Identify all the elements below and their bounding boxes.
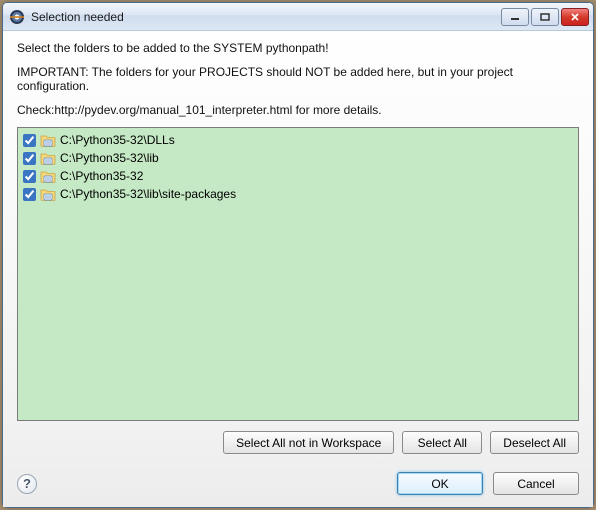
folder-icon: [40, 150, 56, 166]
list-item[interactable]: C:\Python35-32\DLLs: [22, 131, 574, 149]
folder-checkbox[interactable]: [23, 152, 36, 165]
select-all-not-in-workspace-button[interactable]: Select All not in Workspace: [223, 431, 394, 454]
folder-path-label: C:\Python35-32: [60, 169, 143, 183]
folder-path-label: C:\Python35-32\DLLs: [60, 133, 175, 147]
maximize-button[interactable]: [531, 8, 559, 26]
folder-checkbox[interactable]: [23, 188, 36, 201]
list-item[interactable]: C:\Python35-32: [22, 167, 574, 185]
folder-checkbox[interactable]: [23, 170, 36, 183]
dialog-footer: ? OK Cancel: [17, 472, 579, 495]
folder-path-label: C:\Python35-32\lib\site-packages: [60, 187, 236, 201]
folder-list[interactable]: C:\Python35-32\DLLs C:\Python35-32\lib C…: [17, 127, 579, 421]
message-line-1: Select the folders to be added to the SY…: [17, 41, 579, 55]
selection-buttons-row: Select All not in Workspace Select All D…: [17, 431, 579, 454]
message-line-3: Check:http://pydev.org/manual_101_interp…: [17, 103, 579, 117]
list-item[interactable]: C:\Python35-32\lib\site-packages: [22, 185, 574, 203]
window-controls: [501, 8, 589, 26]
titlebar[interactable]: Selection needed: [3, 3, 593, 31]
select-all-button[interactable]: Select All: [402, 431, 482, 454]
help-icon[interactable]: ?: [17, 474, 37, 494]
folder-icon: [40, 168, 56, 184]
app-icon: [9, 9, 25, 25]
window-title: Selection needed: [31, 10, 501, 24]
minimize-button[interactable]: [501, 8, 529, 26]
folder-icon: [40, 132, 56, 148]
folder-path-label: C:\Python35-32\lib: [60, 151, 159, 165]
cancel-button[interactable]: Cancel: [493, 472, 579, 495]
folder-icon: [40, 186, 56, 202]
dialog-window: Selection needed Select the folders to b…: [2, 2, 594, 508]
folder-checkbox[interactable]: [23, 134, 36, 147]
message-line-2: IMPORTANT: The folders for your PROJECTS…: [17, 65, 579, 93]
ok-button[interactable]: OK: [397, 472, 483, 495]
close-button[interactable]: [561, 8, 589, 26]
dialog-content: Select the folders to be added to the SY…: [3, 31, 593, 507]
list-item[interactable]: C:\Python35-32\lib: [22, 149, 574, 167]
footer-buttons: OK Cancel: [397, 472, 579, 495]
deselect-all-button[interactable]: Deselect All: [490, 431, 579, 454]
